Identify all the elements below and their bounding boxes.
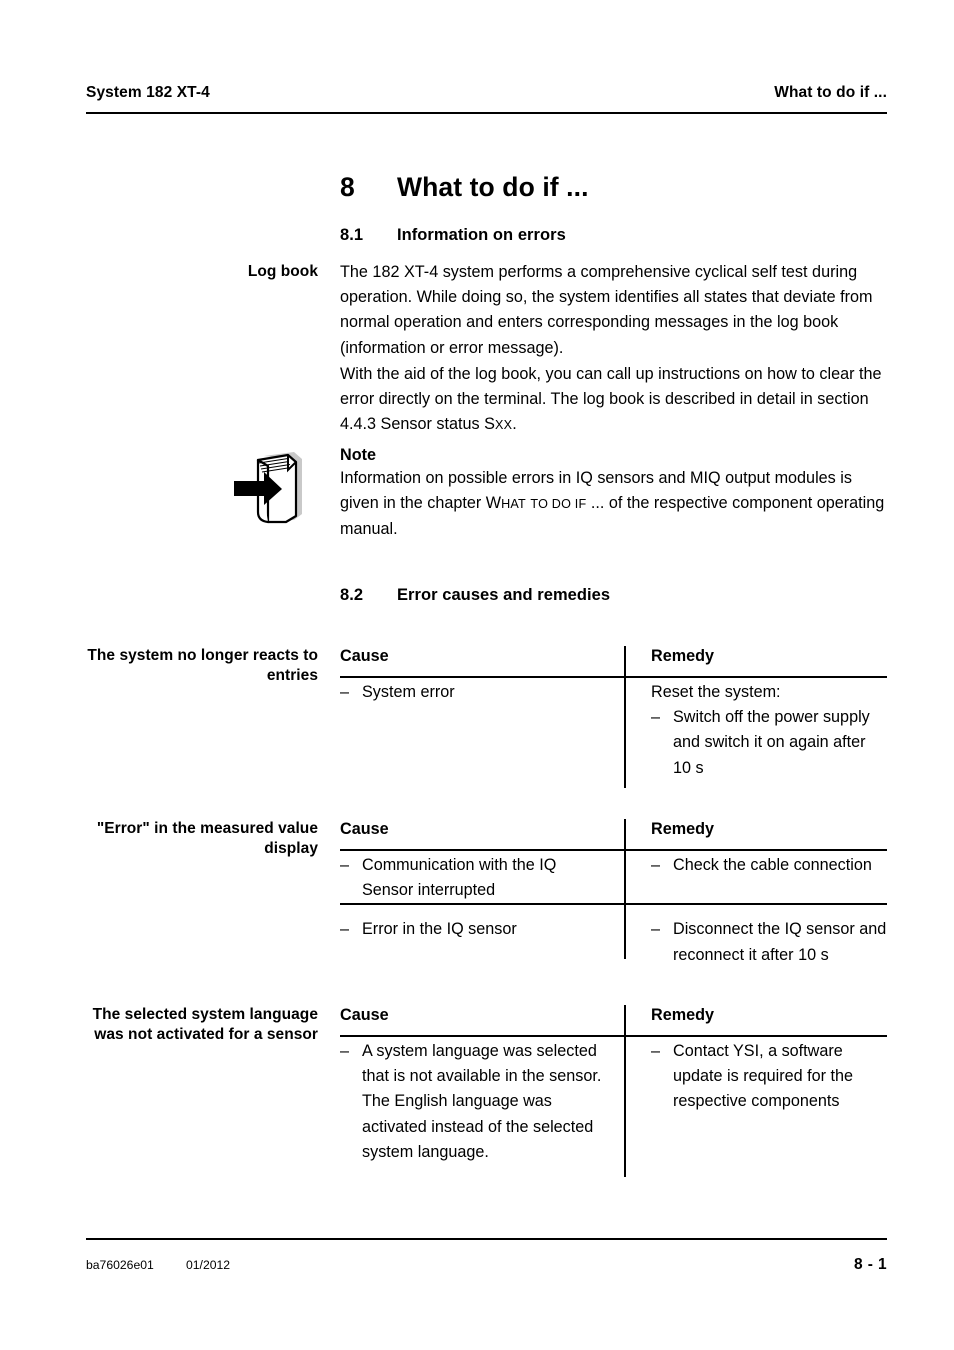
document-page: System 182 XT-4 What to do if ... 8 What …	[0, 0, 954, 1350]
sensor-status-smallcaps: XX	[494, 418, 513, 433]
note-heading: Note	[340, 446, 376, 464]
bullet-text: System error	[362, 683, 455, 701]
paragraph-log-book-2: With the aid of the log book, you can ca…	[340, 362, 892, 439]
section-heading-8-2: 8.2 Error causes and remedies	[340, 586, 610, 605]
bullet-dash: –	[340, 683, 350, 701]
bullet-line: – Communication with the IQ Sensor inter…	[340, 853, 610, 903]
error-table-3: Cause Remedy – A system language was sel…	[340, 1005, 887, 1177]
section-title-8-1: Information on errors	[397, 226, 566, 244]
paragraph-log-book-2-a: With the aid of the log book, you can ca…	[340, 365, 882, 434]
bullet-text: A system language was selected that is n…	[362, 1042, 602, 1086]
note-book-arrow-icon	[228, 450, 312, 530]
table-row: – Error in the IQ sensor – Disconnect th…	[340, 903, 887, 967]
table-3-row-1-cause: – A system language was selected that is…	[340, 1039, 624, 1165]
bullet-line: – Error in the IQ sensor	[340, 917, 610, 942]
bullet-dash: –	[340, 920, 350, 939]
note-smallcaps-hat: HAT	[501, 497, 526, 512]
footer-document-id: ba76026e01	[86, 1258, 154, 1272]
footer-date: 01/2012	[186, 1258, 231, 1272]
table-1-row-1-remedy: Reset the system: – Switch off the power…	[624, 680, 887, 781]
running-head-left: System 182 XT-4	[86, 84, 210, 101]
bullet-line: Reset the system:	[651, 680, 887, 705]
bullet-dash: –	[651, 1042, 661, 1060]
table-1-header-remedy: Remedy	[651, 647, 714, 665]
bullet-dash: –	[651, 708, 661, 727]
table-3-header-row: Cause Remedy	[340, 1005, 887, 1025]
footer-rule	[86, 1238, 887, 1240]
table-3-header-remedy: Remedy	[651, 1006, 714, 1024]
bullet-text: Reset the system:	[651, 683, 781, 701]
table-2-header-cause: Cause	[340, 820, 389, 838]
note-smallcaps-todoif: TO DO IF	[530, 497, 587, 512]
table-row: – System error Reset the system: – Switc…	[340, 666, 887, 781]
margin-label-table-3: The selected system language was not act…	[92, 1006, 318, 1043]
footer-page-number: 8 - 1	[853, 1256, 887, 1273]
table-3-header-cause: Cause	[340, 1006, 389, 1024]
bullet-text: Contact YSI, a software update is requir…	[673, 1042, 853, 1111]
bullet-line: – Check the cable connection	[651, 853, 887, 878]
header-rule	[86, 112, 887, 114]
table-row: – Communication with the IQ Sensor inter…	[340, 839, 887, 903]
bullet-text: Check the cable connection	[673, 856, 872, 874]
page-footer: ba76026e01 01/2012 8 - 1	[86, 1256, 887, 1274]
table-row: – A system language was selected that is…	[340, 1025, 887, 1165]
bullet-text: Switch off the power supply and switch i…	[673, 708, 870, 777]
bullet-dash	[340, 1089, 362, 1165]
table-2-header-row: Cause Remedy	[340, 819, 887, 839]
table-2-row-1-cause: – Communication with the IQ Sensor inter…	[340, 853, 624, 903]
bullet-text: Error in the IQ sensor	[362, 920, 517, 939]
bullet-line: – Switch off the power supply and switch…	[651, 705, 887, 781]
bullet-text: Communication with the IQ Sensor interru…	[362, 856, 557, 900]
bullet-line: – Disconnect the IQ sensor and reconnect…	[651, 917, 887, 967]
bullet-dash: –	[651, 920, 661, 939]
table-2-row-2-remedy: – Disconnect the IQ sensor and reconnect…	[624, 917, 887, 967]
bullet-text: Disconnect the IQ sensor and reconnect i…	[673, 920, 887, 964]
margin-label-log-book: Log book	[247, 263, 318, 280]
bullet-line: The English language was activated inste…	[340, 1089, 610, 1165]
table-1-row-1-cause: – System error	[340, 680, 624, 781]
error-table-2: Cause Remedy – Communication with the IQ…	[340, 819, 887, 968]
table-2-row-1-remedy: – Check the cable connection	[624, 853, 887, 903]
section-title-8-2: Error causes and remedies	[397, 586, 611, 604]
section-heading-8-1: 8.1 Information on errors	[340, 226, 566, 245]
margin-label-table-1: The system no longer reacts to entries	[87, 647, 318, 684]
table-2-row-2-cause: – Error in the IQ sensor	[340, 917, 624, 967]
chapter-number: 8	[340, 172, 355, 202]
bullet-line: – System error	[340, 680, 610, 705]
section-number-8-2: 8.2	[340, 586, 364, 604]
table-2-header-remedy: Remedy	[651, 820, 714, 838]
paragraph-log-book-1: The 182 XT-4 system performs a comprehen…	[340, 263, 873, 357]
bullet-dash: –	[651, 856, 661, 874]
bullet-dash: –	[340, 1042, 350, 1060]
note-text: Information on possible errors in IQ sen…	[340, 466, 892, 543]
bullet-text: The English language was activated inste…	[362, 1092, 594, 1161]
margin-label-table-2: "Error" in the measured value display	[96, 820, 318, 857]
table-1-header-cause: Cause	[340, 647, 389, 665]
bullet-dash: –	[340, 856, 350, 874]
section-number-8-1: 8.1	[340, 226, 364, 244]
bullet-line: – A system language was selected that is…	[340, 1039, 610, 1089]
bullet-line: – Contact YSI, a software update is requ…	[651, 1039, 887, 1115]
table-3-row-1-remedy: – Contact YSI, a software update is requ…	[624, 1039, 887, 1165]
chapter-title: What to do if ...	[397, 172, 589, 202]
paragraph-log-book-2-b: .	[512, 415, 517, 434]
running-head-right: What to do if ...	[774, 84, 887, 101]
error-table-1: Cause Remedy – System error Reset the sy…	[340, 646, 887, 788]
table-1-header-row: Cause Remedy	[340, 646, 887, 666]
running-head: System 182 XT-4 What to do if ...	[86, 84, 887, 102]
chapter-heading: 8 What to do if ...	[340, 172, 589, 203]
